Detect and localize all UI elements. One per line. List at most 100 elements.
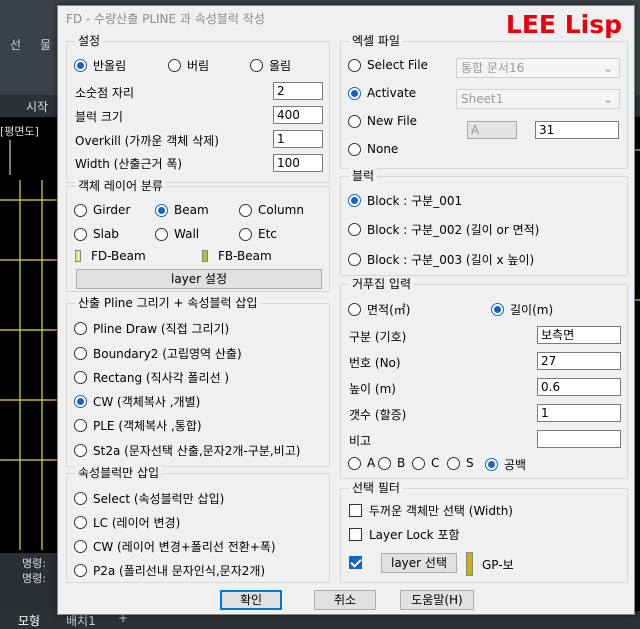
- ceil-option[interactable]: 올림: [250, 57, 291, 74]
- sheet-dropdown[interactable]: Sheet1 ⌄: [456, 89, 620, 109]
- color-swatch: [202, 250, 208, 262]
- radio-icon: [74, 564, 87, 577]
- boundary2-option[interactable]: Boundary2 (고립영역 산출): [74, 345, 242, 362]
- layer-filter-checkbox[interactable]: [349, 556, 369, 569]
- radio-icon: [74, 227, 87, 241]
- area-option[interactable]: 면적(㎡): [348, 301, 410, 318]
- option-label: 두꺼운 객체만 선택 (Width): [369, 504, 513, 518]
- column-input[interactable]: A: [467, 121, 517, 139]
- radio-icon: [348, 253, 361, 266]
- radio-icon: [74, 395, 87, 408]
- radio-icon: [348, 58, 361, 72]
- select-file-option[interactable]: Select File: [348, 58, 428, 72]
- lc-option[interactable]: LC (레이어 변경): [74, 514, 180, 531]
- layer-settings-button[interactable]: layer 설정: [76, 269, 322, 289]
- block-002-option[interactable]: Block : 구분_002 (길이 or 면적): [348, 221, 539, 238]
- girder-option[interactable]: Girder: [74, 203, 130, 217]
- option-label: None: [367, 142, 399, 156]
- select-attr-option[interactable]: Select (속성블럭만 삽입): [74, 490, 224, 507]
- layer-name: GP-보: [482, 558, 514, 572]
- cw-option[interactable]: CW (객체복사 ,개별): [74, 393, 200, 410]
- column-option[interactable]: Column: [239, 203, 304, 217]
- overkill-input[interactable]: 1: [273, 130, 323, 148]
- color-swatch: [75, 250, 81, 262]
- slab-option[interactable]: Slab: [74, 227, 119, 241]
- suffix-a-option[interactable]: A: [348, 456, 375, 470]
- column-label: Column: [258, 203, 304, 217]
- radio-icon: [348, 303, 361, 316]
- category-input[interactable]: 보측면: [537, 326, 621, 344]
- thick-only-checkbox[interactable]: 두꺼운 객체만 선택 (Width): [349, 502, 513, 519]
- layer-lock-checkbox[interactable]: Layer Lock 포함: [349, 526, 460, 543]
- radio-icon: [74, 59, 87, 72]
- ok-button[interactable]: 확인: [220, 590, 282, 610]
- floor-label: 버림: [187, 59, 210, 73]
- help-button[interactable]: 도움말(H): [400, 590, 474, 610]
- layer-select-button[interactable]: layer 선택: [381, 553, 457, 573]
- dropdown-value: Sheet1: [461, 92, 504, 106]
- length-option[interactable]: 길이(m): [491, 301, 553, 318]
- height-input[interactable]: 0.6: [537, 378, 621, 396]
- option-label: 면적(㎡): [367, 303, 411, 317]
- decimal-input[interactable]: 2: [273, 82, 323, 100]
- number-input[interactable]: 27: [537, 352, 621, 370]
- option-label: Boundary2 (고립영역 산출): [93, 347, 242, 361]
- block-size-input[interactable]: 400: [273, 106, 323, 124]
- radio-icon: [491, 303, 504, 316]
- activate-option[interactable]: Activate: [348, 86, 416, 100]
- suffix-blank-option[interactable]: 공백: [485, 456, 526, 473]
- radio-icon: [348, 223, 361, 236]
- radio-icon: [74, 492, 87, 505]
- block-003-option[interactable]: Block : 구분_003 (길이 x 높이): [348, 251, 534, 268]
- etc-label: Etc: [258, 227, 277, 241]
- radio-icon: [412, 456, 425, 470]
- beam-option[interactable]: Beam: [155, 203, 209, 217]
- chevron-down-icon: ⌄: [602, 61, 613, 75]
- rectang-option[interactable]: Rectang (직사각 폴리선 ): [74, 369, 229, 386]
- st2a-option[interactable]: St2a (문자선택 산출,문자2개-구분,비고): [74, 442, 300, 459]
- suffix-s-option[interactable]: S: [447, 456, 474, 470]
- command-window[interactable]: 명령: 명령:: [0, 553, 60, 611]
- option-label: Activate: [367, 86, 417, 100]
- radio-icon: [155, 227, 168, 241]
- beam-label: Beam: [174, 203, 209, 217]
- suffix-c-option[interactable]: C: [412, 456, 439, 470]
- width-input[interactable]: 100: [273, 154, 323, 172]
- checkmark-icon: [349, 556, 362, 569]
- etc-option[interactable]: Etc: [239, 227, 277, 241]
- new-file-option[interactable]: New File: [348, 114, 417, 128]
- radio-icon: [74, 540, 87, 553]
- count-input[interactable]: 1: [537, 404, 621, 422]
- row-input[interactable]: 31: [535, 121, 619, 139]
- round-option[interactable]: 반올림: [74, 57, 126, 74]
- pline-draw-option[interactable]: Pline Draw (직접 그리기): [74, 320, 229, 337]
- option-label: A: [367, 456, 376, 470]
- wall-option[interactable]: Wall: [155, 227, 199, 241]
- dialog-title: FD - 수량산출 PLINE 과 속성블럭 작성: [66, 12, 265, 26]
- option-label: P2a (폴리선내 문자인식,문자2개): [93, 564, 266, 578]
- radio-icon: [378, 456, 391, 470]
- note-input[interactable]: [537, 430, 621, 448]
- radio-icon: [485, 458, 498, 471]
- radio-icon: [74, 419, 87, 432]
- option-label: Rectang (직사각 폴리선 ): [93, 371, 230, 385]
- p2a-option[interactable]: P2a (폴리선내 문자인식,문자2개): [74, 562, 265, 579]
- cancel-button[interactable]: 취소: [314, 590, 376, 610]
- block-001-option[interactable]: Block : 구분_001: [348, 192, 462, 209]
- option-label: Pline Draw (직접 그리기): [93, 322, 230, 336]
- ple-option[interactable]: PLE (객체복사 ,통합): [74, 417, 202, 434]
- tab-model[interactable]: 모형: [18, 612, 40, 629]
- fb-beam-swatch: FB-Beam: [202, 249, 272, 263]
- cw-layer-option[interactable]: CW (레이어 변경+폴리선 전환+폭): [74, 538, 276, 555]
- suffix-b-option[interactable]: B: [378, 456, 405, 470]
- workbook-dropdown[interactable]: 통합 문서16 ⌄: [456, 58, 620, 78]
- floor-option[interactable]: 버림: [168, 57, 209, 74]
- option-label: LC (레이어 변경): [93, 516, 181, 530]
- slab-label: Slab: [93, 227, 119, 241]
- option-label: Select (속성블럭만 삽입): [93, 492, 225, 506]
- block-size-label: 블럭 크기: [75, 110, 123, 124]
- chevron-down-icon: ⌄: [602, 92, 613, 106]
- radio-icon: [447, 456, 460, 470]
- none-option[interactable]: None: [348, 142, 398, 156]
- option-label: 길이(m): [510, 303, 554, 317]
